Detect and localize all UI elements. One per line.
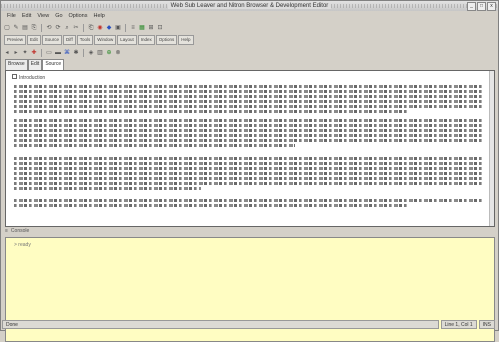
format-toolbar-button-4-icon[interactable]: ▭ [45, 49, 53, 57]
format-toolbar-button-7-icon[interactable]: ✱ [72, 49, 80, 57]
toolbar-separator [41, 49, 42, 57]
title-bar: Web Sub Leaver and Nitron Browser & Deve… [1, 1, 498, 11]
document-tab-9[interactable]: Help [178, 35, 193, 45]
menu-help[interactable]: Help [94, 12, 105, 21]
format-toolbar-button-8-icon[interactable]: ◈ [87, 49, 95, 57]
format-toolbar-button-6-icon[interactable]: ⌘ [63, 49, 71, 57]
toolbar-separator [125, 24, 126, 32]
main-toolbar-button-5-icon[interactable]: ⟳ [54, 24, 62, 32]
view-tab-source[interactable]: Source [42, 59, 64, 70]
toolbar-separator [83, 24, 84, 32]
menu-options[interactable]: Options [69, 12, 88, 21]
window-title: Web Sub Leaver and Nitron Browser & Deve… [168, 3, 332, 9]
main-toolbar-button-4-icon[interactable]: ⟲ [45, 24, 53, 32]
format-toolbar: ◂▸✦✚ ▭▬⌘✱ ◈▥⊕⊗ [3, 47, 493, 58]
menu-file[interactable]: File [7, 12, 16, 21]
toolbar-separator [83, 49, 84, 57]
pane-splitter[interactable]: ≡ Console [5, 227, 493, 235]
menu-bar: File Edit View Go Options Help [1, 12, 499, 21]
app-window: Web Sub Leaver and Nitron Browser & Deve… [0, 0, 499, 331]
splitter-grip-icon: ≡ [5, 228, 8, 234]
document-scrollbar[interactable] [489, 71, 494, 226]
main-toolbar-button-15-icon[interactable]: ⊡ [156, 24, 164, 32]
document-tab-4[interactable]: Tools [77, 35, 94, 45]
status-position: Line 1, Col 1 [441, 320, 477, 329]
main-toolbar-button-8-icon[interactable]: ⎗ [87, 24, 95, 32]
status-mode: INS [479, 320, 495, 329]
main-toolbar-button-9-icon[interactable]: ◉ [96, 24, 104, 32]
format-toolbar-button-3-icon[interactable]: ✚ [30, 49, 38, 57]
paragraph [14, 85, 482, 115]
view-tabs: BrowseEditSource [5, 59, 64, 70]
document-tab-8[interactable]: Options [156, 35, 178, 45]
view-tab-browse[interactable]: Browse [5, 59, 28, 70]
format-toolbar-button-11-icon[interactable]: ⊗ [114, 49, 122, 57]
document-tab-0[interactable]: Preview [4, 35, 26, 45]
main-toolbar-button-2-icon[interactable]: ▤ [21, 24, 29, 32]
format-toolbar-button-1-icon[interactable]: ▸ [12, 49, 20, 57]
status-message: Done [2, 320, 439, 329]
view-tab-edit[interactable]: Edit [28, 59, 43, 70]
main-toolbar: ▢✎▤⎘ ⟲⟳⌕✂ ⎗◉◆▣ ≡▦⊞⊡ [3, 22, 493, 33]
window-controls: _ □ x [467, 2, 496, 11]
paragraph [14, 119, 482, 149]
format-toolbar-button-10-icon[interactable]: ⊕ [105, 49, 113, 57]
maximize-button[interactable]: □ [477, 2, 486, 11]
main-toolbar-button-1-icon[interactable]: ✎ [12, 24, 20, 32]
menu-edit[interactable]: Edit [22, 12, 31, 21]
format-toolbar-button-5-icon[interactable]: ▬ [54, 49, 62, 57]
document-tab-2[interactable]: Source [42, 35, 62, 45]
document-tab-6[interactable]: Layout [117, 35, 137, 45]
document-view[interactable]: Introduction [5, 70, 495, 227]
document-tab-1[interactable]: Edit [27, 35, 41, 45]
close-button[interactable]: x [487, 2, 496, 11]
main-toolbar-button-3-icon[interactable]: ⎘ [30, 24, 38, 32]
format-toolbar-button-0-icon[interactable]: ◂ [3, 49, 11, 57]
paragraph [14, 157, 482, 192]
format-toolbar-button-2-icon[interactable]: ✦ [21, 49, 29, 57]
menu-view[interactable]: View [37, 12, 49, 21]
main-toolbar-button-0-icon[interactable]: ▢ [3, 24, 11, 32]
format-toolbar-button-9-icon[interactable]: ▥ [96, 49, 104, 57]
document-tabs: PreviewEditSourceDiffToolsWindowLayoutIn… [4, 35, 492, 45]
main-toolbar-button-11-icon[interactable]: ▣ [114, 24, 122, 32]
minimize-button[interactable]: _ [467, 2, 476, 11]
document-tab-3[interactable]: Diff [63, 35, 76, 45]
menu-go[interactable]: Go [55, 12, 62, 21]
toolbar-separator [41, 24, 42, 32]
paragraph [14, 199, 482, 209]
main-toolbar-button-7-icon[interactable]: ✂ [72, 24, 80, 32]
status-bar: Done Line 1, Col 1 INS [2, 320, 495, 329]
document-title: Introduction [12, 74, 45, 81]
splitter-label: Console [11, 228, 29, 234]
main-toolbar-button-13-icon[interactable]: ▦ [138, 24, 146, 32]
document-tab-5[interactable]: Window [94, 35, 116, 45]
main-toolbar-button-6-icon[interactable]: ⌕ [63, 24, 71, 32]
main-toolbar-button-12-icon[interactable]: ≡ [129, 24, 137, 32]
main-toolbar-button-14-icon[interactable]: ⊞ [147, 24, 155, 32]
main-toolbar-button-10-icon[interactable]: ◆ [105, 24, 113, 32]
console-text: > ready [14, 242, 31, 248]
document-tab-7[interactable]: Index [138, 35, 155, 45]
